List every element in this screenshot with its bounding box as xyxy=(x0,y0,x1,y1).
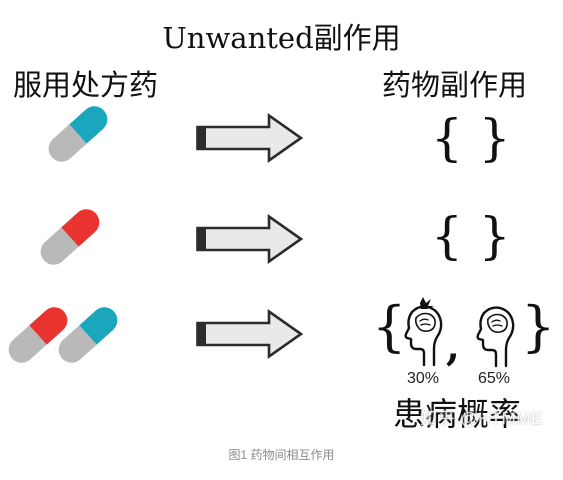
right-column-heading: 药物副作用 xyxy=(382,68,528,102)
effects-separator: , xyxy=(446,323,460,370)
capsule-pill-icon xyxy=(40,209,100,265)
probability-label: 65% xyxy=(478,370,511,387)
probability-label: 30% xyxy=(407,370,440,387)
right-arrow-icon xyxy=(196,112,304,164)
effects-right-brace: } xyxy=(521,295,556,358)
figure-caption: 图1 药物间相互作用 xyxy=(228,448,335,462)
head-with-headache-icon xyxy=(404,297,443,367)
capsule-pill-icon xyxy=(48,106,108,162)
right-arrow-icon xyxy=(196,213,304,265)
capsule-pill-icon xyxy=(58,307,118,363)
head-with-brain-icon xyxy=(476,306,515,368)
empty-effects-brackets: { } xyxy=(431,109,511,167)
right-arrow-icon xyxy=(196,308,304,360)
empty-effects-brackets: { } xyxy=(431,207,511,265)
watermark: 知乎 @HTMME xyxy=(420,409,543,428)
diagram-title: Unwanted副作用 xyxy=(162,21,401,55)
left-column-heading: 服用处方药 xyxy=(13,68,159,102)
